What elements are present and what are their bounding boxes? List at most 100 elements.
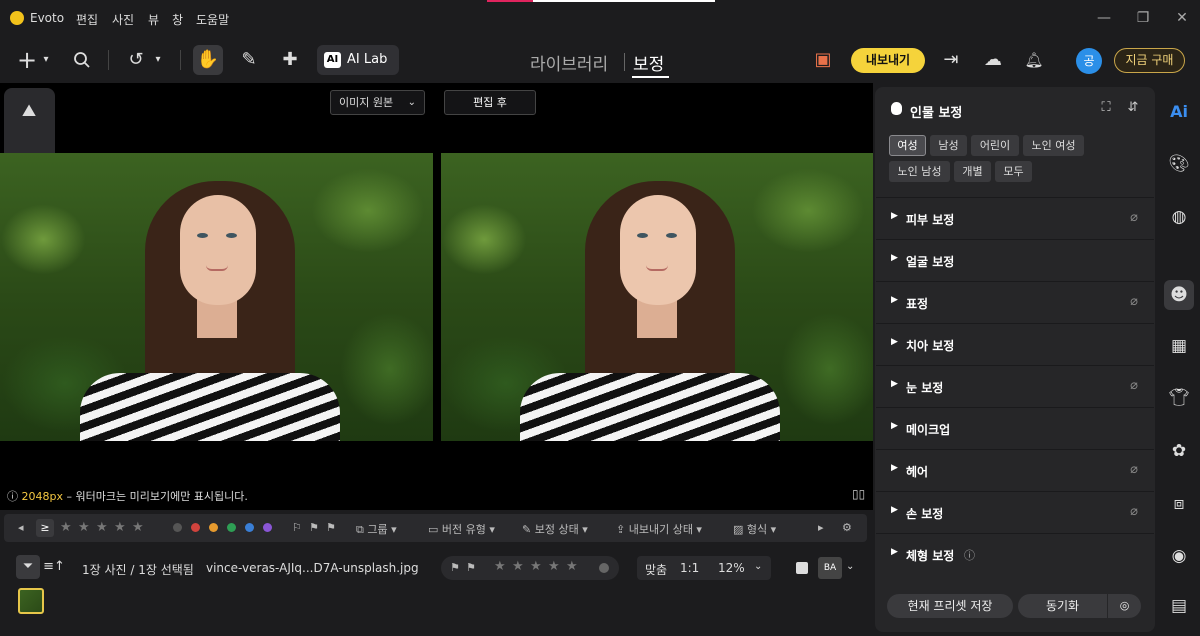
- toggle-compare-icon[interactable]: ⇵: [1125, 100, 1141, 116]
- compare-original-select[interactable]: 이미지 원본 ⌄: [330, 90, 425, 115]
- export-panel-icon[interactable]: ⇥: [936, 45, 966, 75]
- group-filter[interactable]: ⧉ 그룹 ▾: [356, 521, 397, 537]
- palette-icon[interactable]: 🎨︎: [1167, 152, 1191, 176]
- menu-view[interactable]: 뷰: [148, 11, 159, 28]
- star-icon[interactable]: ★: [60, 520, 72, 535]
- mountain-adjust-icon[interactable]: ⛰: [18, 100, 40, 122]
- export-button[interactable]: 내보내기: [851, 48, 925, 73]
- star-icon[interactable]: ★: [512, 559, 524, 574]
- menu-edit[interactable]: 편집: [76, 11, 98, 28]
- star-icon[interactable]: ★: [566, 559, 578, 574]
- brush-tool-icon[interactable]: ✎: [234, 45, 264, 75]
- hand-tool-icon[interactable]: ✋: [193, 45, 223, 75]
- section-skin[interactable]: ▶ 피부 보정 ⌀: [876, 197, 1154, 239]
- filter-funnel-icon[interactable]: ⏷: [16, 555, 40, 579]
- flag-rejected-icon[interactable]: ⚑: [326, 521, 336, 534]
- star-icon[interactable]: ★: [132, 520, 144, 535]
- version-type-filter[interactable]: ▭ 버전 유형 ▾: [428, 521, 495, 537]
- compare-after-label[interactable]: 편집 후: [444, 90, 536, 115]
- zoom-fit-button[interactable]: 맞춤: [645, 561, 667, 578]
- chip-elderly-male[interactable]: 노인 남성: [889, 161, 950, 182]
- clothing-shirt-icon[interactable]: 👕︎: [1167, 386, 1191, 410]
- scroll-left-icon[interactable]: ◂: [18, 521, 24, 534]
- crop-icon[interactable]: ⧈: [1167, 492, 1191, 516]
- tab-retouch[interactable]: 보정: [633, 50, 664, 75]
- close-icon[interactable]: ✕: [1174, 10, 1190, 26]
- minimize-icon[interactable]: —: [1096, 10, 1112, 26]
- undo-dropdown-chevron-icon[interactable]: ▾: [150, 45, 166, 75]
- chevron-down-icon[interactable]: ⌄: [846, 561, 854, 572]
- folder-settings-icon[interactable]: ▤: [1167, 594, 1191, 618]
- star-icon[interactable]: ★: [114, 520, 126, 535]
- menu-photo[interactable]: 사진: [112, 11, 134, 28]
- reset-eraser-icon[interactable]: ⌀: [1130, 504, 1138, 519]
- flag-rejected-icon[interactable]: ⚑: [466, 561, 476, 574]
- sync-button[interactable]: 동기화: [1018, 594, 1107, 618]
- section-hands[interactable]: ▶ 손 보정 ⌀: [876, 491, 1154, 533]
- color-label-blue[interactable]: [245, 523, 254, 532]
- sort-icon[interactable]: ≡↑: [42, 555, 66, 579]
- avatar[interactable]: 공: [1076, 48, 1102, 74]
- camera-icon[interactable]: ◉: [1167, 544, 1191, 568]
- chip-all[interactable]: 모두: [995, 161, 1032, 182]
- chip-elderly-female[interactable]: 노인 여성: [1023, 135, 1084, 156]
- star-icon[interactable]: ★: [494, 559, 506, 574]
- reset-eraser-icon[interactable]: ⌀: [1130, 378, 1138, 393]
- search-icon[interactable]: [67, 45, 97, 75]
- sync-settings-icon[interactable]: ◎: [1108, 594, 1141, 618]
- portrait-retouch-icon[interactable]: ☻: [1164, 280, 1194, 310]
- chip-individual[interactable]: 개별: [954, 161, 991, 182]
- color-label-dot[interactable]: [599, 563, 609, 573]
- save-preset-button[interactable]: 현재 프리셋 저장: [887, 594, 1013, 618]
- maximize-icon[interactable]: ❐: [1135, 10, 1151, 26]
- background-grid-icon[interactable]: ▦: [1167, 334, 1191, 358]
- star-icon[interactable]: ★: [78, 520, 90, 535]
- menu-window[interactable]: 창: [172, 11, 183, 28]
- scroll-right-icon[interactable]: ▸: [818, 521, 824, 534]
- buy-now-button[interactable]: 지금 구매: [1114, 48, 1185, 73]
- before-after-view-icon[interactable]: BA: [818, 557, 842, 579]
- reset-eraser-icon[interactable]: ⌀: [1130, 462, 1138, 477]
- flag-picked-icon[interactable]: ⚑: [309, 521, 319, 534]
- chip-child[interactable]: 어린이: [971, 135, 1019, 156]
- healing-bandage-icon[interactable]: ✚: [275, 45, 305, 75]
- book-icon[interactable]: ▯▯: [852, 487, 865, 501]
- zoom-percent-select[interactable]: 12%: [718, 561, 745, 575]
- menu-help[interactable]: 도움말: [196, 11, 229, 28]
- color-label-gray[interactable]: [173, 523, 182, 532]
- section-hair[interactable]: ▶ 헤어 ⌀: [876, 449, 1154, 491]
- section-face[interactable]: ▶ 얼굴 보정: [876, 239, 1154, 281]
- ai-lab-button[interactable]: AI AI Lab: [317, 45, 399, 75]
- section-teeth[interactable]: ▶ 치아 보정: [876, 323, 1154, 365]
- ai-icon[interactable]: Ai: [1167, 100, 1191, 124]
- reset-eraser-icon[interactable]: ⌀: [1130, 294, 1138, 309]
- flag-icon[interactable]: ⚐: [292, 521, 302, 534]
- chevron-down-icon[interactable]: ⌄: [754, 561, 762, 572]
- face-detect-icon[interactable]: ⛶: [1098, 100, 1114, 116]
- color-label-orange[interactable]: [209, 523, 218, 532]
- chip-female[interactable]: 여성: [889, 135, 926, 156]
- star-icon[interactable]: ★: [530, 559, 542, 574]
- star-icon[interactable]: ★: [548, 559, 560, 574]
- chip-male[interactable]: 남성: [930, 135, 967, 156]
- rating-ge-toggle[interactable]: ≥: [36, 519, 54, 537]
- color-label-purple[interactable]: [263, 523, 272, 532]
- section-expression[interactable]: ▶ 표정 ⌀: [876, 281, 1154, 323]
- zoom-1to1-button[interactable]: 1:1: [680, 561, 699, 575]
- tab-library[interactable]: 라이브러리: [530, 50, 608, 75]
- star-icon[interactable]: ★: [96, 520, 108, 535]
- color-label-red[interactable]: [191, 523, 200, 532]
- format-filter[interactable]: ▨ 형식 ▾: [733, 521, 776, 537]
- color-label-green[interactable]: [227, 523, 236, 532]
- help-icon[interactable]: ⓘ: [964, 547, 975, 563]
- add-dropdown-chevron-icon[interactable]: ▾: [38, 45, 54, 75]
- retouch-status-filter[interactable]: ✎ 보정 상태 ▾: [522, 521, 588, 537]
- reset-eraser-icon[interactable]: ⌀: [1130, 210, 1138, 225]
- flag-icon[interactable]: ⚑: [450, 561, 460, 574]
- single-view-icon[interactable]: [796, 562, 808, 574]
- section-makeup[interactable]: ▶ 메이크업: [876, 407, 1154, 449]
- bell-icon[interactable]: 🔔︎: [1019, 45, 1049, 75]
- texture-icon[interactable]: ◍: [1167, 205, 1191, 229]
- gift-icon[interactable]: ▣: [808, 45, 838, 75]
- section-eyes[interactable]: ▶ 눈 보정 ⌀: [876, 365, 1154, 407]
